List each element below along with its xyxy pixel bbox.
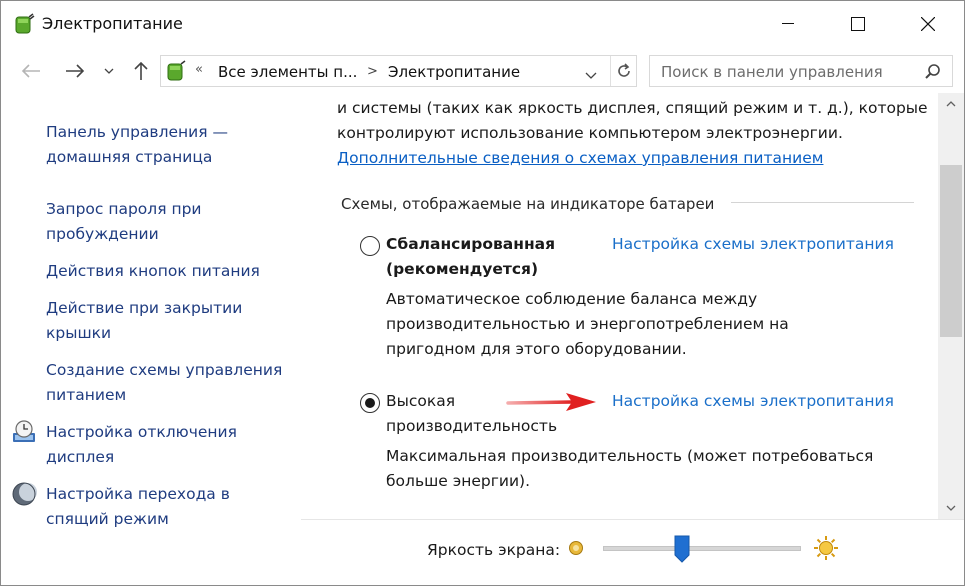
- breadcrumb-current[interactable]: Электропитание: [388, 63, 520, 81]
- window: Электропитание « Все элементы п... > Эле…: [0, 0, 965, 586]
- navigation-bar: « Все элементы п... > Электропитание Пои…: [1, 51, 964, 91]
- breadcrumb-all-items[interactable]: Все элементы п...: [218, 63, 357, 81]
- chevron-down-icon: [585, 72, 597, 79]
- sidebar-item-label: спящий режим: [46, 510, 169, 528]
- address-bar[interactable]: « Все элементы п... > Электропитание: [160, 55, 637, 87]
- left-navigation-pane: Панель управления — домашняя страница За…: [1, 101, 301, 585]
- sidebar-item-label: Настройка отключения: [46, 423, 237, 441]
- plan-balanced-description-line1: Автоматическое соблюдение баланса между: [386, 290, 758, 308]
- power-options-icon: [165, 60, 187, 82]
- plan-high-performance-settings-link[interactable]: Настройка схемы электропитания: [612, 389, 894, 414]
- bright-sun-icon: [813, 535, 839, 565]
- sidebar-item-label: Панель управления —: [46, 123, 228, 141]
- close-button[interactable]: [905, 1, 951, 47]
- brightness-slider-track[interactable]: [603, 546, 801, 551]
- dim-sun-icon: [567, 539, 585, 561]
- scroll-thumb[interactable]: [940, 165, 962, 337]
- plan-balanced-name-line1[interactable]: Сбалансированная: [386, 232, 555, 257]
- arrow-right-icon: [66, 64, 85, 78]
- sidebar-item-label: Запрос пароля при: [46, 200, 202, 218]
- search-placeholder: Поиск в панели управления: [661, 63, 883, 81]
- intro-text-line1: и системы (таких как яркость дисплея, сп…: [337, 99, 928, 117]
- sidebar-item-label: крышки: [46, 324, 112, 342]
- plan-balanced-settings-link[interactable]: Настройка схемы электропитания: [612, 232, 894, 257]
- brightness-bar: Яркость экрана:: [301, 519, 964, 585]
- search-icon[interactable]: [924, 63, 942, 85]
- vertical-scrollbar[interactable]: [938, 93, 964, 519]
- arrow-up-icon: [134, 61, 148, 80]
- divider: [301, 519, 964, 520]
- refresh-icon: [618, 63, 630, 77]
- moon-icon: [11, 481, 37, 507]
- sidebar-item-power-buttons[interactable]: Действия кнопок питания: [46, 259, 260, 284]
- breadcrumb-overflow[interactable]: «: [195, 62, 203, 77]
- sidebar-item-label: Действие при закрытии: [46, 299, 243, 317]
- minimize-icon: [782, 23, 794, 24]
- window-title: Электропитание: [42, 14, 183, 33]
- sidebar-item-label: Настройка перехода в: [46, 485, 230, 503]
- back-button[interactable]: [19, 59, 43, 83]
- plan-balanced-description-line2: производительностью и энергопотреблением…: [386, 315, 789, 333]
- close-icon: [921, 17, 935, 31]
- forward-button[interactable]: [63, 59, 87, 83]
- more-info-link[interactable]: Дополнительные сведения о схемах управле…: [337, 146, 823, 171]
- plan-high-performance-name-line1[interactable]: Высокая: [386, 389, 455, 414]
- plan-high-performance-description-line1: Максимальная производительность (может п…: [386, 447, 874, 465]
- title-bar: Электропитание: [1, 1, 964, 47]
- search-input[interactable]: Поиск в панели управления: [649, 55, 953, 87]
- display-clock-icon: [11, 419, 37, 445]
- recent-locations-button[interactable]: [101, 59, 117, 83]
- chevron-down-icon: [946, 505, 956, 511]
- annotation-arrow-icon: [506, 393, 596, 411]
- maximize-button[interactable]: [835, 1, 881, 47]
- sidebar-item-wakeup-password[interactable]: Запрос пароля при пробуждении: [46, 197, 202, 247]
- address-dropdown-button[interactable]: [585, 65, 597, 84]
- minimize-button[interactable]: [765, 1, 811, 47]
- scroll-up-button[interactable]: [938, 93, 964, 115]
- brightness-label: Яркость экрана:: [427, 541, 561, 559]
- power-options-icon: [13, 13, 35, 35]
- scroll-down-button[interactable]: [938, 497, 964, 519]
- plan-high-performance-radio[interactable]: [360, 393, 380, 413]
- plan-high-performance-description-line2: больше энергии).: [386, 472, 531, 490]
- section-divider: [731, 202, 914, 203]
- sidebar-item-label: дисплея: [46, 448, 115, 466]
- plan-balanced-description-line3: пригодном для этого оборудовании.: [386, 340, 687, 358]
- plan-high-performance-name-line2[interactable]: производительность: [386, 414, 557, 439]
- intro-text-line2: контролируют использование компьютером э…: [337, 124, 843, 142]
- sidebar-item-lid-close[interactable]: Действие при закрытии крышки: [46, 296, 242, 346]
- chevron-down-icon: [104, 68, 114, 74]
- chevron-up-icon: [946, 101, 956, 107]
- main-content: и системы (таких как яркость дисплея, сп…: [301, 91, 938, 519]
- section-title: Схемы, отображаемые на индикаторе батаре…: [341, 195, 715, 213]
- sidebar-item-label: домашняя страница: [46, 148, 213, 166]
- plan-balanced-name-line2[interactable]: (рекомендуется): [386, 257, 538, 282]
- sidebar-item-display-off[interactable]: Настройка отключения дисплея: [46, 420, 237, 470]
- sidebar-item-label: пробуждении: [46, 225, 159, 243]
- sidebar-item-label: Создание схемы управления: [46, 361, 283, 379]
- brightness-slider-thumb[interactable]: [674, 535, 690, 567]
- refresh-button[interactable]: [610, 56, 637, 86]
- arrow-left-icon: [21, 64, 40, 78]
- sidebar-item-label: питанием: [46, 386, 127, 404]
- maximize-icon: [851, 17, 865, 31]
- breadcrumb-arrow[interactable]: >: [367, 64, 378, 79]
- sidebar-item-home[interactable]: Панель управления — домашняя страница: [46, 120, 228, 170]
- plan-balanced-radio[interactable]: [360, 236, 380, 256]
- up-button[interactable]: [129, 59, 153, 83]
- radio-selected-dot: [365, 398, 375, 408]
- sidebar-item-sleep[interactable]: Настройка перехода в спящий режим: [46, 482, 230, 532]
- sidebar-item-label: Действия кнопок питания: [46, 262, 260, 280]
- sidebar-item-create-plan[interactable]: Создание схемы управления питанием: [46, 358, 282, 408]
